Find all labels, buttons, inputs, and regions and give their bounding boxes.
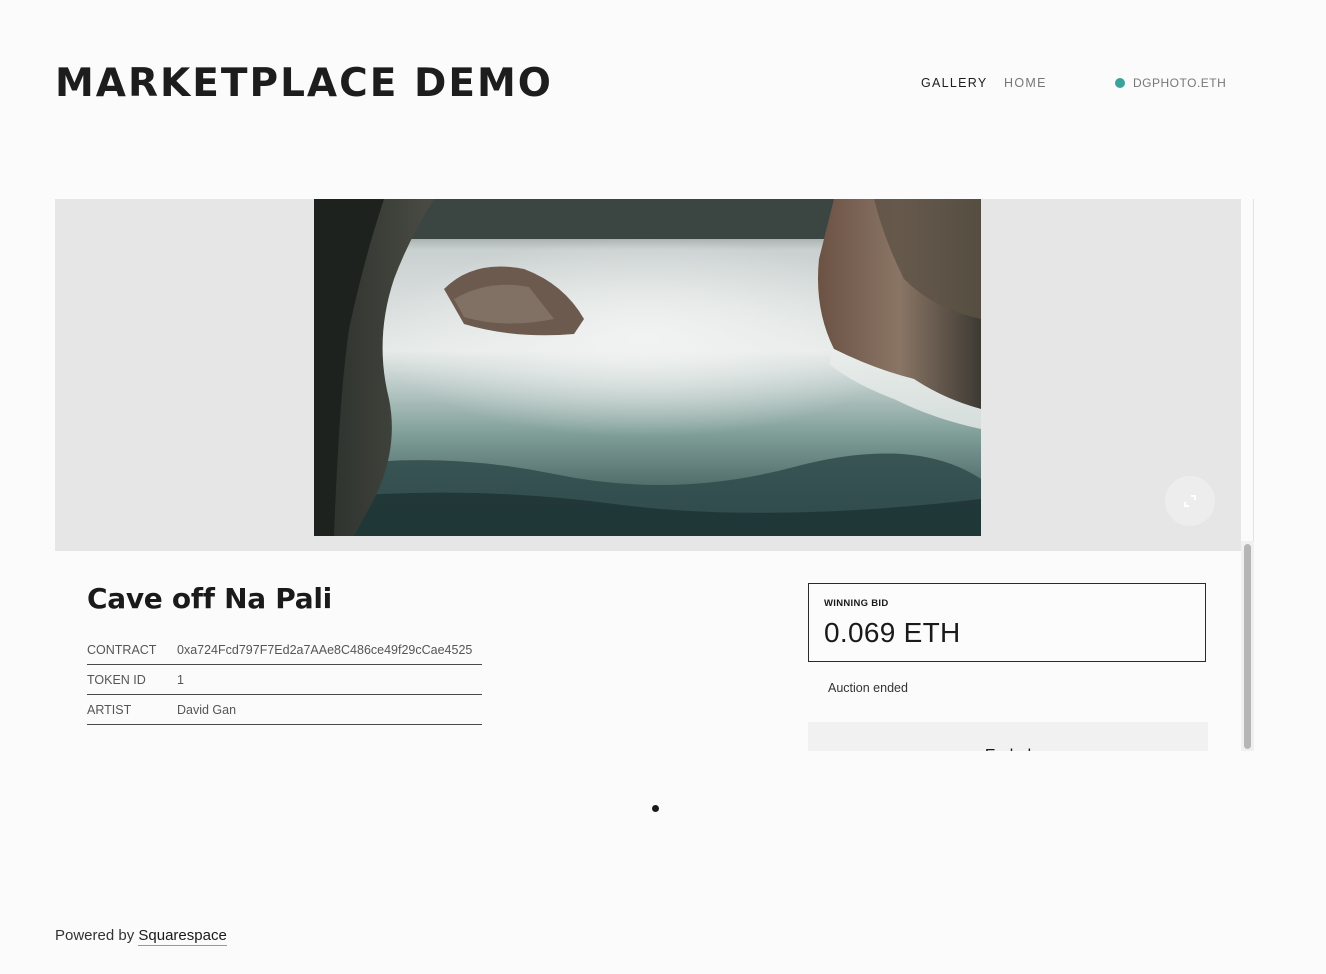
metadata-value: David Gan [177,702,237,717]
auction-status: Auction ended [828,681,908,695]
metadata-row-contract: CONTRACT 0xa724Fcd797F7Ed2a7AAe8C486ce49… [87,635,482,665]
card-scrollbar[interactable] [1241,541,1254,751]
pagination-dot[interactable] [652,805,659,812]
metadata-value: 1 [177,672,184,687]
winning-bid-label: WINNING BID [824,598,889,609]
metadata-row-token-id: TOKEN ID 1 [87,665,482,695]
metadata-key: CONTRACT [87,642,157,657]
nft-card: Cave off Na Pali CONTRACT 0xa724Fcd797F7… [55,199,1254,751]
nav-home-link[interactable]: HOME [1004,76,1047,90]
footer: Powered by Squarespace [55,927,227,946]
ended-button[interactable]: Ended [808,722,1208,751]
squarespace-link[interactable]: Squarespace [138,927,227,946]
fullscreen-button[interactable] [1165,476,1215,526]
nft-image [314,199,981,536]
nav-gallery-link[interactable]: GALLERY [921,76,988,90]
nft-title: Cave off Na Pali [87,582,332,615]
metadata-key: TOKEN ID [87,672,146,687]
winning-bid-value: 0.069 ETH [824,617,961,648]
nft-metadata-table: CONTRACT 0xa724Fcd797F7Ed2a7AAe8C486ce49… [87,635,482,725]
wallet-label: DGPHOTO.ETH [1133,76,1227,90]
site-title[interactable]: MARKETPLACE DEMO [55,60,553,108]
nft-media-area [55,199,1241,551]
footer-prefix: Powered by [55,927,139,944]
metadata-value: 0xa724Fcd797F7Ed2a7AAe8C486ce49f29cCae45… [177,642,473,657]
scrollbar-thumb[interactable] [1244,544,1251,749]
metadata-key: ARTIST [87,702,132,717]
status-dot-icon [1115,78,1125,88]
metadata-row-artist: ARTIST David Gan [87,695,482,725]
winning-bid-box: WINNING BID 0.069 ETH [808,583,1206,662]
wallet-account[interactable]: DGPHOTO.ETH [1115,76,1226,90]
fullscreen-icon [1184,495,1196,507]
